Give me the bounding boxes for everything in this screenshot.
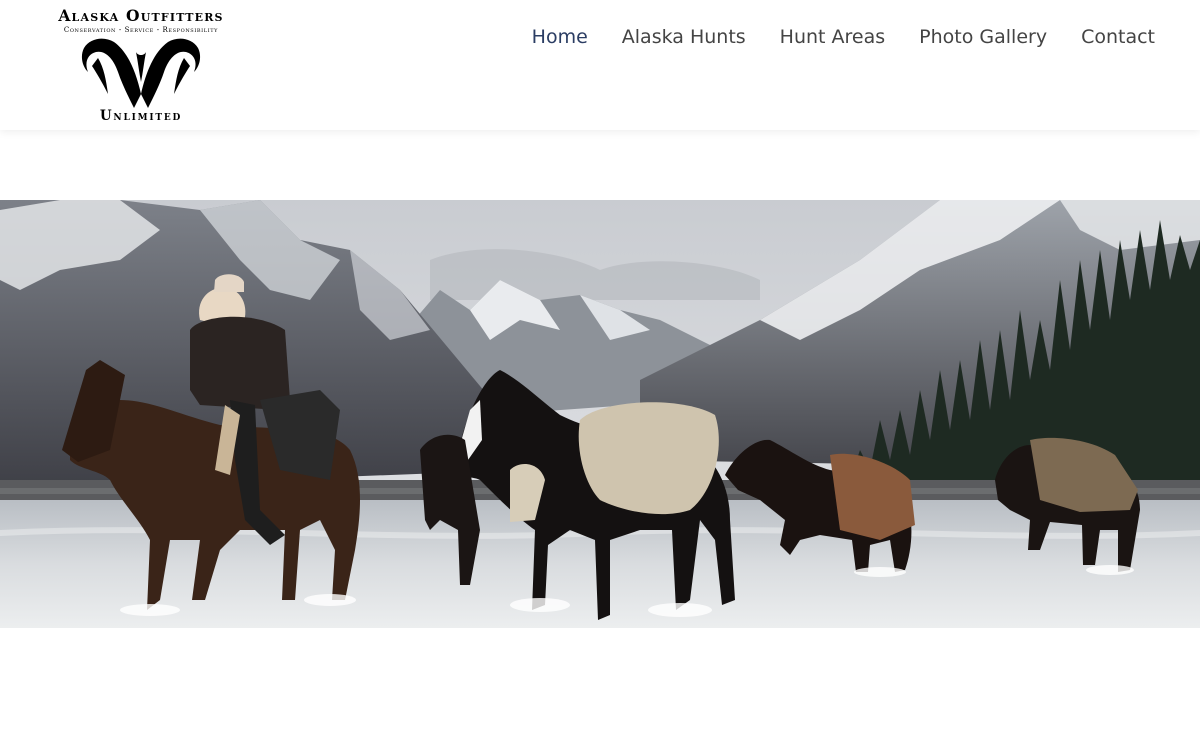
logo-subtitle: Unlimited (99, 108, 183, 124)
nav-contact[interactable]: Contact (1064, 24, 1155, 50)
nav-alaska-hunts[interactable]: Alaska Hunts (605, 24, 763, 50)
hero-image (0, 200, 1200, 628)
main-nav: Home Alaska Hunts Hunt Areas Photo Galle… (515, 24, 1155, 50)
hero-photo-horses-river (0, 200, 1200, 628)
ram-horns-icon (81, 38, 201, 108)
nav-home[interactable]: Home (515, 24, 605, 50)
nav-hunt-areas[interactable]: Hunt Areas (763, 24, 902, 50)
logo-title: Alaska Outfitters (58, 6, 224, 25)
nav-photo-gallery[interactable]: Photo Gallery (902, 24, 1064, 50)
site-header: Alaska Outfitters Conservation - Service… (0, 0, 1200, 130)
site-logo[interactable]: Alaska Outfitters Conservation - Service… (30, 4, 252, 124)
